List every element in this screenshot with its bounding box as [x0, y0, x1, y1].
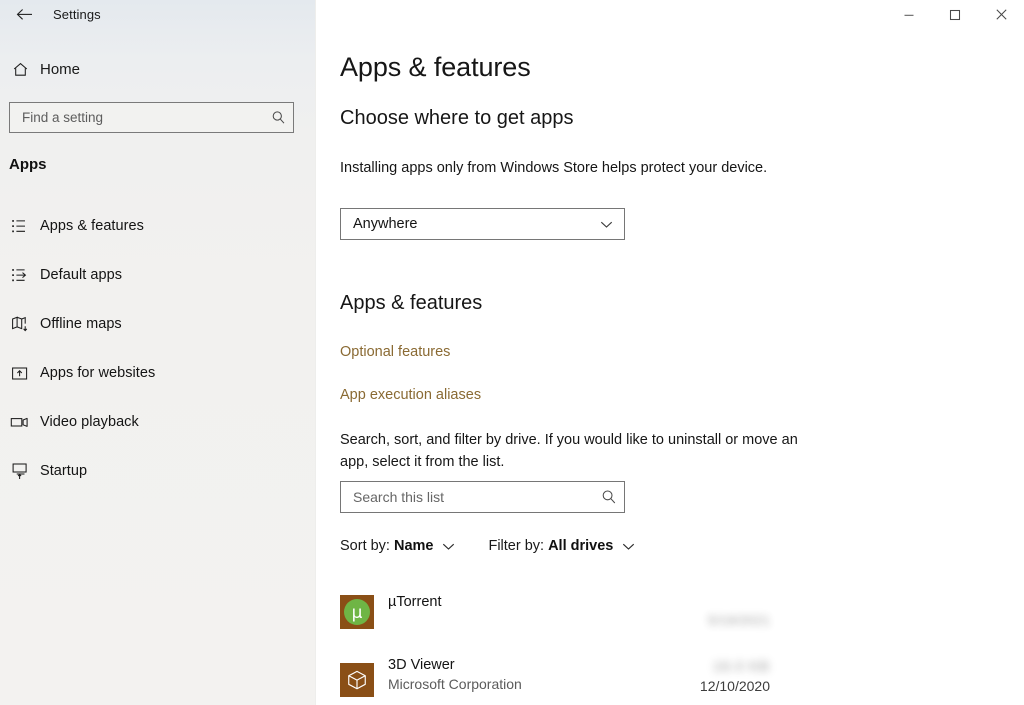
app-name: µTorrent — [388, 594, 442, 610]
default-apps-icon — [0, 267, 40, 284]
sidebar-item-home[interactable]: Home — [0, 54, 316, 84]
list-bullet-icon — [0, 218, 40, 235]
sidebar-item-label: Apps & features — [40, 218, 144, 234]
app-source-dropdown[interactable]: Anywhere — [340, 208, 625, 240]
maximize-button[interactable] — [932, 0, 978, 29]
installed-apps-list: µ µTorrent 5/19/2021 3D Viewer Microsoft… — [316, 578, 1024, 705]
map-download-icon — [0, 315, 40, 333]
list-search-input[interactable] — [341, 482, 594, 512]
sidebar-nav: Apps & features Default apps Offline map… — [0, 209, 316, 503]
back-button[interactable] — [3, 0, 45, 29]
app-name: 3D Viewer — [388, 657, 455, 673]
sidebar-item-label: Video playback — [40, 414, 139, 430]
filter-by-value: All drives — [548, 538, 614, 554]
app-execution-aliases-link[interactable]: App execution aliases — [340, 387, 481, 403]
search-input[interactable] — [10, 103, 263, 132]
list-filters: Sort by: Name Filter by: All drives — [340, 538, 668, 554]
app-publisher: Microsoft Corporation — [388, 676, 522, 692]
apps-features-heading: Apps & features — [340, 292, 483, 314]
chevron-down-icon — [600, 220, 624, 229]
chevron-down-icon — [622, 542, 635, 551]
home-icon — [0, 61, 40, 78]
3d-viewer-app-icon — [340, 663, 374, 697]
app-source-value: Anywhere — [353, 216, 418, 232]
sort-by-value: Name — [393, 538, 434, 554]
sidebar: Home Apps — [0, 0, 316, 705]
filter-by-label: Filter by: — [488, 538, 545, 554]
maximize-icon — [949, 9, 961, 21]
minimize-button[interactable] — [886, 0, 932, 29]
list-item[interactable]: µ µTorrent 5/19/2021 — [316, 578, 1024, 646]
apps-for-websites-icon — [0, 365, 40, 382]
choose-source-heading: Choose where to get apps — [340, 107, 574, 129]
sidebar-item-apps-for-websites[interactable]: Apps for websites — [0, 356, 316, 390]
startup-monitor-icon — [0, 462, 40, 480]
main-content: Apps & features Choose where to get apps… — [316, 0, 1024, 705]
app-date: 12/10/2020 — [699, 678, 770, 694]
video-camera-icon — [0, 415, 40, 429]
sidebar-section-label: Apps — [9, 156, 47, 173]
search-this-list-box[interactable] — [340, 481, 625, 513]
sidebar-item-offline-maps[interactable]: Offline maps — [0, 307, 316, 341]
window-controls — [886, 0, 1024, 29]
app-date: 5/19/2021 — [707, 612, 770, 628]
filter-by-dropdown[interactable]: Filter by: All drives — [488, 538, 635, 554]
app-text-block: µTorrent — [388, 594, 441, 610]
utorrent-app-icon: µ — [340, 595, 374, 629]
sidebar-item-label: Apps for websites — [40, 365, 156, 381]
back-arrow-icon — [16, 8, 33, 21]
chevron-down-icon — [442, 542, 455, 551]
sort-by-dropdown[interactable]: Sort by: Name — [340, 538, 455, 554]
minimize-icon — [903, 9, 915, 21]
app-size: 16.0 KB — [713, 658, 770, 674]
find-a-setting-box[interactable] — [9, 102, 294, 133]
sidebar-item-label: Startup — [40, 463, 88, 479]
search-icon[interactable] — [263, 110, 293, 125]
sidebar-item-startup[interactable]: Startup — [0, 454, 316, 488]
sidebar-home-label: Home — [40, 60, 81, 78]
app-text-block: 3D Viewer Microsoft Corporation — [388, 657, 522, 692]
page-title: Apps & features — [340, 52, 531, 82]
choose-source-description: Installing apps only from Windows Store … — [340, 160, 768, 176]
search-icon[interactable] — [594, 489, 624, 505]
list-item[interactable]: 3D Viewer Microsoft Corporation 16.0 KB … — [316, 646, 1024, 705]
sidebar-item-default-apps[interactable]: Default apps — [0, 258, 316, 292]
apps-features-description: Search, sort, and filter by drive. If yo… — [340, 432, 798, 470]
sort-by-label: Sort by: — [340, 538, 390, 554]
sidebar-item-label: Default apps — [40, 267, 123, 283]
close-icon — [995, 8, 1008, 21]
close-button[interactable] — [978, 0, 1024, 29]
sidebar-item-apps-and-features[interactable]: Apps & features — [0, 209, 316, 243]
app-meta-block: 16.0 KB 12/10/2020 — [700, 658, 770, 694]
app-meta-block: 5/19/2021 — [708, 608, 770, 628]
optional-features-link[interactable]: Optional features — [340, 344, 450, 360]
settings-window: Home Apps — [0, 0, 1024, 705]
sidebar-item-label: Offline maps — [40, 316, 122, 332]
sidebar-item-video-playback[interactable]: Video playback — [0, 405, 316, 439]
window-title: Settings — [53, 7, 101, 22]
